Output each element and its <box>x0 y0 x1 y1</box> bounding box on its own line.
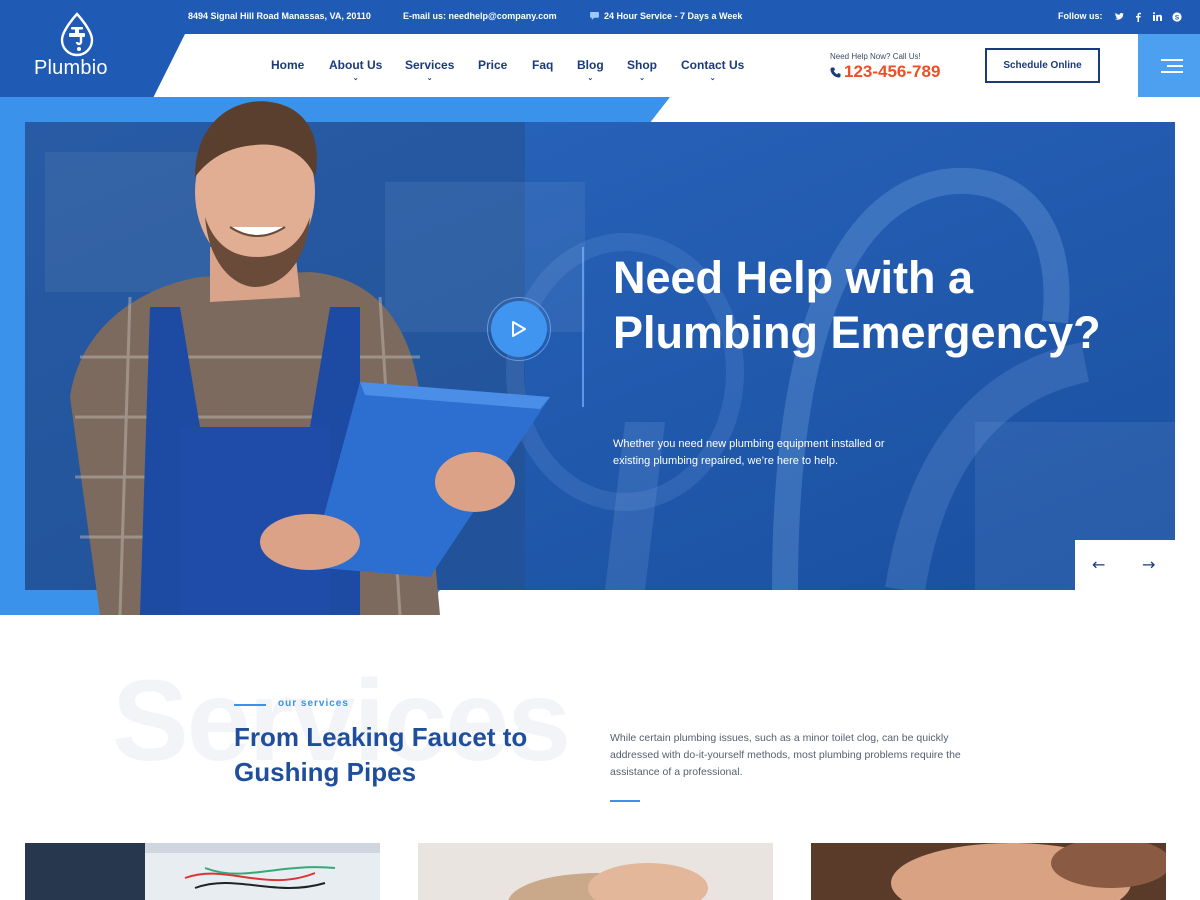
chevron-down-icon: ⌄ <box>426 75 433 82</box>
email-link[interactable]: E-mail us: needhelp@company.com <box>403 11 557 21</box>
brand-name: Plumbio <box>34 57 108 79</box>
service-card-faucet[interactable] <box>418 843 773 900</box>
nav-about-us[interactable]: About Us ⌄ <box>329 58 383 82</box>
address-text: 8494 Signal Hill Road Manassas, VA, 2011… <box>188 11 371 21</box>
kicker-line <box>234 704 266 706</box>
arrow-left-icon[interactable]: ← <box>1092 555 1105 574</box>
chat-icon <box>590 12 599 20</box>
hamburger-icon-bar <box>1167 65 1183 67</box>
hamburger-menu-button[interactable] <box>1138 34 1200 97</box>
facebook-icon[interactable] <box>1131 10 1145 24</box>
nav-contact-us[interactable]: Contact Us ⌄ <box>681 58 745 82</box>
hero-title: Need Help with a Plumbing Emergency? <box>613 252 1101 358</box>
plumber-photo <box>70 101 550 615</box>
nav-contact-us-label: Contact Us <box>681 58 745 72</box>
chevron-down-icon: ⌄ <box>709 75 716 82</box>
chevron-down-icon: ⌄ <box>587 75 594 82</box>
water-drop-faucet-icon <box>60 12 94 57</box>
skype-icon[interactable]: S <box>1170 10 1184 24</box>
nav-shop-label: Shop <box>627 58 657 72</box>
arrow-right-icon[interactable]: → <box>1142 555 1155 574</box>
hamburger-icon-bar <box>1161 71 1183 73</box>
twitter-icon[interactable] <box>1112 10 1126 24</box>
hero-divider <box>582 247 584 407</box>
service-card-image <box>25 843 380 900</box>
linkedin-icon[interactable] <box>1150 10 1164 24</box>
svg-text:S: S <box>1175 14 1180 21</box>
chevron-down-icon: ⌄ <box>352 75 359 82</box>
hamburger-icon <box>1161 59 1183 61</box>
services-description: While certain plumbing issues, such as a… <box>610 732 961 778</box>
phone-number: 123-456-789 <box>844 62 941 81</box>
service-card-electrical[interactable] <box>25 843 380 900</box>
slider-controls: ← → <box>1075 540 1175 590</box>
nav-about-us-label: About Us <box>329 58 383 72</box>
services-title: From Leaking Faucet to Gushing Pipes <box>234 722 528 787</box>
nav-home[interactable]: Home <box>271 58 304 72</box>
service-hours: 24 Hour Service - 7 Days a Week <box>590 11 742 21</box>
nav-blog-label: Blog <box>577 58 604 72</box>
phone-link[interactable]: 123-456-789 <box>830 62 940 82</box>
services-kicker: our services <box>278 698 349 709</box>
nav-blog[interactable]: Blog ⌄ <box>577 58 604 82</box>
nav-price-label: Price <box>478 58 508 72</box>
nav-faq-label: Faq <box>532 58 554 72</box>
service-card-image <box>418 843 773 900</box>
schedule-online-button[interactable]: Schedule Online <box>985 48 1100 83</box>
nav-shop[interactable]: Shop ⌄ <box>627 58 657 82</box>
nav-home-label: Home <box>271 58 305 72</box>
phone-icon <box>830 66 841 78</box>
nav-services[interactable]: Services ⌄ <box>405 58 455 82</box>
help-label: Need Help Now? Call Us! <box>830 52 921 61</box>
service-card-pipes[interactable] <box>811 843 1166 900</box>
description-divider <box>610 800 640 802</box>
chevron-down-icon: ⌄ <box>639 75 645 82</box>
service-hours-text: 24 Hour Service - 7 Days a Week <box>604 11 743 21</box>
logo[interactable]: Plumbio <box>0 0 185 97</box>
nav-faq[interactable]: Faq <box>532 58 553 72</box>
follow-label: Follow us: <box>1058 11 1103 21</box>
hero-subtitle: Whether you need new plumbing equipment … <box>613 438 885 467</box>
nav-price[interactable]: Price <box>478 58 507 72</box>
service-card-image <box>811 843 1166 900</box>
nav-services-label: Services <box>405 58 455 72</box>
